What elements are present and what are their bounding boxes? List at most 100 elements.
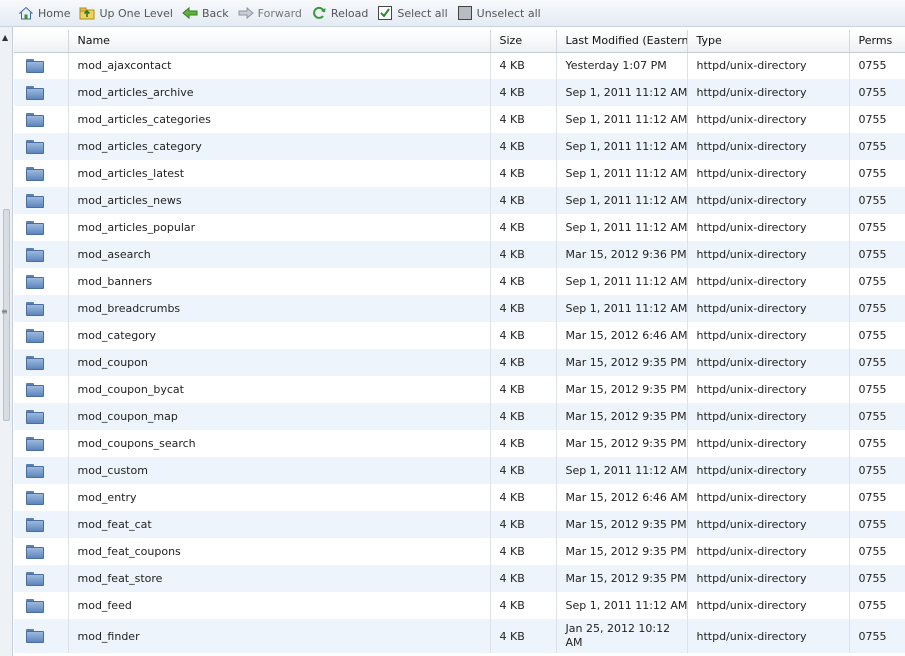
modified-cell: Mar 15, 2012 9:35 PM [556,538,688,565]
file-name-cell[interactable]: mod_ajaxcontact [68,52,491,79]
table-row[interactable]: mod_articles_category 4 KB Sep 1, 2011 11:… [14,133,905,160]
folder-icon [26,598,44,613]
folder-icon [26,517,44,532]
reload-button[interactable]: Reload [311,5,368,21]
folder-icon [26,629,44,643]
file-name-cell[interactable]: mod_articles_news [68,187,491,214]
file-name-cell[interactable]: mod_coupon [68,349,491,376]
type-column-header[interactable]: Type [687,30,850,53]
file-name-cell[interactable]: mod_category [68,322,491,349]
row-icon-cell[interactable] [14,376,69,403]
table-row[interactable]: mod_articles_latest 4 KB Sep 1, 2011 11:12… [14,160,905,187]
table-row[interactable]: mod_articles_categories 4 KB Sep 1, 2011 1… [14,106,905,133]
table-row[interactable]: mod_breadcrumbs 4 KB Sep 1, 2011 11:12 AM h… [14,295,905,322]
size-column-header[interactable]: Size [490,30,557,53]
row-icon-cell[interactable] [14,511,69,538]
row-icon-cell[interactable] [14,349,69,376]
row-icon-cell[interactable] [14,268,69,295]
file-name-cell[interactable]: mod_custom [68,457,491,484]
table-row[interactable]: mod_coupon_map 4 KB Mar 15, 2012 9:35 PM ht… [14,403,905,430]
file-name-cell[interactable]: mod_articles_category [68,133,491,160]
grip-icon: ≡ [1,307,8,316]
perms-cell: 0755 [849,619,905,653]
table-row[interactable]: mod_coupon 4 KB Mar 15, 2012 9:35 PM httpd/… [14,349,905,376]
file-name-cell[interactable]: mod_entry [68,484,491,511]
size-cell: 4 KB [490,457,557,484]
folder-icon [26,301,44,316]
table-row[interactable]: mod_coupons_search 4 KB Mar 15, 2012 9:35 … [14,430,905,457]
row-icon-cell[interactable] [14,52,69,79]
perms-column-header[interactable]: Perms [849,30,905,53]
file-name-cell[interactable]: mod_breadcrumbs [68,295,491,322]
table-row[interactable]: mod_articles_news 4 KB Sep 1, 2011 11:12 A… [14,187,905,214]
icon-column-header[interactable] [14,30,69,53]
file-name-cell[interactable]: mod_coupon_bycat [68,376,491,403]
file-name-cell[interactable]: mod_articles_archive [68,79,491,106]
row-icon-cell[interactable] [14,430,69,457]
name-column-header[interactable]: Name [68,30,491,53]
row-icon-cell[interactable] [14,484,69,511]
collapse-arrow-icon[interactable]: ▲ [2,33,8,42]
unselect-all-button[interactable]: Unselect all [457,5,541,21]
row-icon-cell[interactable] [14,538,69,565]
row-icon-cell[interactable] [14,214,69,241]
table-row[interactable]: mod_ajaxcontact 4 KB Yesterday 1:07 PM http… [14,52,905,79]
table-row[interactable]: mod_category 4 KB Mar 15, 2012 6:46 AM http… [14,322,905,349]
file-name-cell[interactable]: mod_articles_categories [68,106,491,133]
row-icon-cell[interactable] [14,79,69,106]
file-name-cell[interactable]: mod_asearch [68,241,491,268]
table-row[interactable]: mod_feed 4 KB Sep 1, 2011 11:12 AM httpd/un… [14,592,905,619]
file-name-cell[interactable]: mod_articles_latest [68,160,491,187]
table-row[interactable]: mod_coupon_bycat 4 KB Mar 15, 2012 9:35 PM… [14,376,905,403]
reload-label: Reload [330,6,369,20]
row-icon-cell[interactable] [14,133,69,160]
size-cell: 4 KB [490,619,557,653]
modified-cell: Mar 15, 2012 9:35 PM [556,430,688,457]
file-name-cell[interactable]: mod_finder [68,619,491,653]
select-all-button[interactable]: Select all [377,5,448,21]
row-icon-cell[interactable] [14,619,69,653]
modified-cell: Mar 15, 2012 6:46 AM [556,322,688,349]
size-cell: 4 KB [490,430,557,457]
file-name-cell[interactable]: mod_feat_store [68,565,491,592]
forward-button[interactable]: Forward [238,5,302,21]
table-row[interactable]: mod_custom 4 KB Sep 1, 2011 11:12 AM httpd/… [14,457,905,484]
row-icon-cell[interactable] [14,457,69,484]
table-row[interactable]: mod_finder 4 KB Jan 25, 2012 10:12 AM httpd… [14,619,905,653]
row-icon-cell[interactable] [14,187,69,214]
file-name-cell[interactable]: mod_coupon_map [68,403,491,430]
table-row[interactable]: mod_asearch 4 KB Mar 15, 2012 9:36 PM httpd… [14,241,905,268]
file-name-cell[interactable]: mod_banners [68,268,491,295]
table-row[interactable]: mod_banners 4 KB Sep 1, 2011 11:12 AM httpd… [14,268,905,295]
modified-cell: Sep 1, 2011 11:12 AM [556,106,688,133]
table-row[interactable]: mod_feat_store 4 KB Mar 15, 2012 9:35 PM ht… [14,565,905,592]
row-icon-cell[interactable] [14,106,69,133]
row-icon-cell[interactable] [14,592,69,619]
row-icon-cell[interactable] [14,160,69,187]
row-icon-cell[interactable] [14,295,69,322]
file-grid: Name Size Last Modified (Eastern Da Type… [14,30,905,653]
file-name-cell[interactable]: mod_feed [68,592,491,619]
home-button[interactable]: Home [18,5,70,21]
row-icon-cell[interactable] [14,322,69,349]
table-row[interactable]: mod_feat_coupons 4 KB Mar 15, 2012 9:35 PM… [14,538,905,565]
modified-column-header[interactable]: Last Modified (Eastern Da [556,30,688,53]
up-one-level-button[interactable]: Up One Level [79,5,173,21]
table-row[interactable]: mod_articles_archive 4 KB Sep 1, 2011 11:1… [14,79,905,106]
table-row[interactable]: mod_articles_popular 4 KB Sep 1, 2011 11:1… [14,214,905,241]
file-name-cell[interactable]: mod_feat_coupons [68,538,491,565]
table-row[interactable]: mod_feat_cat 4 KB Mar 15, 2012 9:35 PM http… [14,511,905,538]
file-name-cell[interactable]: mod_articles_popular [68,214,491,241]
row-icon-cell[interactable] [14,241,69,268]
unselect-all-label: Unselect all [476,6,541,20]
row-icon-cell[interactable] [14,565,69,592]
table-row[interactable]: mod_entry 4 KB Mar 15, 2012 6:46 AM httpd/u… [14,484,905,511]
modified-cell: Sep 1, 2011 11:12 AM [556,214,688,241]
modified-cell: Mar 15, 2012 9:35 PM [556,511,688,538]
file-name-cell[interactable]: mod_coupons_search [68,430,491,457]
row-icon-cell[interactable] [14,403,69,430]
left-splitter[interactable]: ▲ ≡ [0,27,13,656]
file-name-cell[interactable]: mod_feat_cat [68,511,491,538]
folder-up-icon [79,5,95,21]
back-button[interactable]: Back [182,5,229,21]
